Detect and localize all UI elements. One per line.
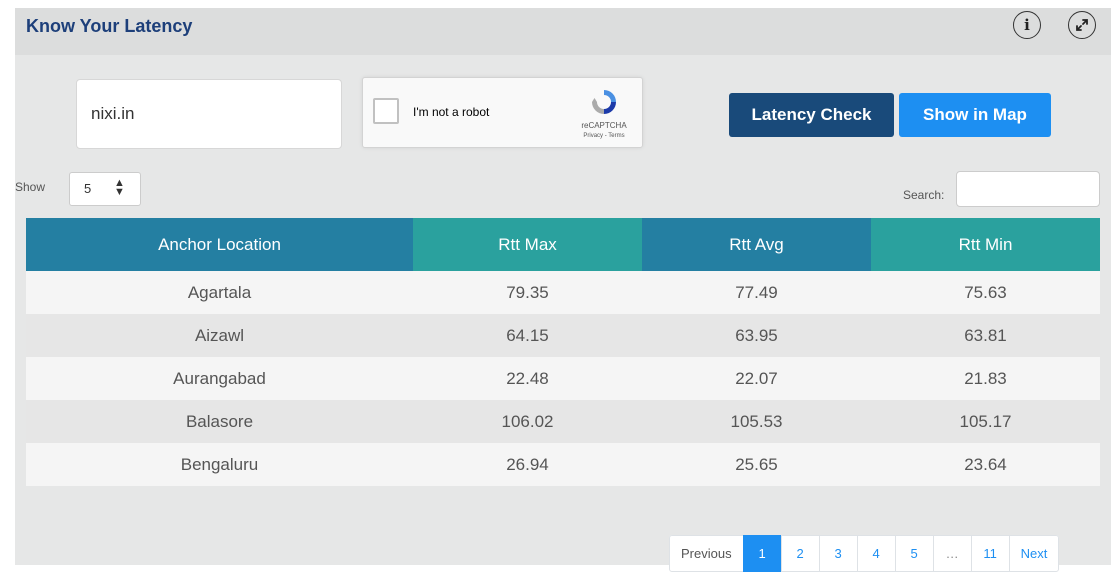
table-row: Agartala 79.35 77.49 75.63 <box>26 271 1100 314</box>
pagination-page-2[interactable]: 2 <box>780 535 820 572</box>
cell-rtt-avg: 25.65 <box>642 443 871 486</box>
cell-rtt-max: 64.15 <box>413 314 642 357</box>
cell-location: Agartala <box>26 271 413 314</box>
column-header-rtt-avg[interactable]: Rtt Avg <box>642 218 871 271</box>
show-label: Show <box>15 180 46 194</box>
page-size-value: 5 <box>84 181 92 196</box>
recaptcha-brand: reCAPTCHA <box>581 121 627 130</box>
pagination-previous[interactable]: Previous <box>669 535 744 572</box>
cell-location: Aizawl <box>26 314 413 357</box>
pagination-page-3[interactable]: 3 <box>818 535 858 572</box>
table-row: Aurangabad 22.48 22.07 21.83 <box>26 357 1100 400</box>
info-icon[interactable]: i <box>1013 11 1041 39</box>
cell-rtt-max: 26.94 <box>413 443 642 486</box>
latency-panel: Know Your Latency i I'm not a robot reCA… <box>15 8 1111 574</box>
table-row: Bengaluru 26.94 25.65 23.64 <box>26 443 1100 486</box>
cell-location: Balasore <box>26 400 413 443</box>
cell-rtt-max: 22.48 <box>413 357 642 400</box>
cell-location: Bengaluru <box>26 443 413 486</box>
cell-rtt-avg: 105.53 <box>642 400 871 443</box>
pagination-ellipsis: … <box>932 535 972 572</box>
pagination-page-1[interactable]: 1 <box>742 535 782 572</box>
pagination: Previous 1 2 3 4 5 … 11 Next <box>669 535 1060 574</box>
cell-rtt-avg: 22.07 <box>642 357 871 400</box>
cell-rtt-min: 105.17 <box>871 400 1100 443</box>
domain-input[interactable] <box>76 79 342 149</box>
cell-rtt-max: 79.35 <box>413 271 642 314</box>
cell-location: Aurangabad <box>26 357 413 400</box>
table-row: Balasore 106.02 105.53 105.17 <box>26 400 1100 443</box>
recaptcha-checkbox[interactable] <box>373 98 399 124</box>
pagination-next[interactable]: Next <box>1008 535 1060 572</box>
pagination-page-4[interactable]: 4 <box>856 535 896 572</box>
table-row: Aizawl 64.15 63.95 63.81 <box>26 314 1100 357</box>
sort-caret-icon: ▲ ▼ <box>114 177 125 198</box>
cell-rtt-min: 75.63 <box>871 271 1100 314</box>
cell-rtt-min: 23.64 <box>871 443 1100 486</box>
recaptcha-label: I'm not a robot <box>413 105 490 119</box>
column-header-rtt-max[interactable]: Rtt Max <box>413 218 642 271</box>
cell-rtt-min: 63.81 <box>871 314 1100 357</box>
recaptcha-logo-icon <box>592 90 616 114</box>
recaptcha-links[interactable]: Privacy - Terms <box>576 133 632 139</box>
search-label: Search: <box>903 188 945 202</box>
cell-rtt-avg: 63.95 <box>642 314 871 357</box>
pagination-page-11[interactable]: 11 <box>970 535 1010 572</box>
page-size-select[interactable]: 5 ▲ ▼ <box>69 172 141 206</box>
latency-check-button[interactable]: Latency Check <box>729 93 894 137</box>
search-input[interactable] <box>956 171 1100 207</box>
page-title: Know Your Latency <box>26 16 193 36</box>
expand-icon[interactable] <box>1068 11 1096 39</box>
cell-rtt-avg: 77.49 <box>642 271 871 314</box>
recaptcha-widget: I'm not a robot reCAPTCHA Privacy - Term… <box>362 77 643 148</box>
cell-rtt-max: 106.02 <box>413 400 642 443</box>
latency-table: Anchor Location Rtt Max Rtt Avg Rtt Min … <box>26 218 1100 486</box>
column-header-anchor-location[interactable]: Anchor Location <box>26 218 413 271</box>
panel-header: Know Your Latency i <box>15 8 1111 55</box>
column-header-rtt-min[interactable]: Rtt Min <box>871 218 1100 271</box>
show-in-map-button[interactable]: Show in Map <box>899 93 1051 137</box>
pagination-page-5[interactable]: 5 <box>894 535 934 572</box>
cell-rtt-min: 21.83 <box>871 357 1100 400</box>
